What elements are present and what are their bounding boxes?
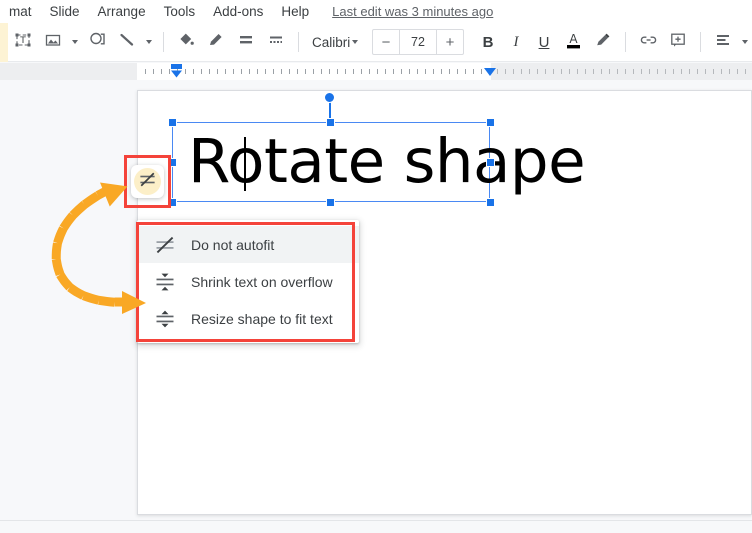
autofit-button-highlight [134,168,161,195]
highlight-icon [594,31,612,54]
comment-icon [669,31,687,54]
menu-bar: mat Slide Arrange Tools Add-ons Help Las… [0,0,752,23]
menu-tools[interactable]: Tools [155,1,205,23]
chevron-down-icon [742,40,748,44]
menu-item-label: Shrink text on overflow [191,273,333,290]
resize-shape-icon [153,307,177,331]
add-comment-button[interactable] [664,28,692,56]
text-box-button[interactable]: T [9,28,37,56]
menu-item-resize-shape-to-fit-text[interactable]: Resize shape to fit text [137,300,359,337]
left-indent-marker[interactable] [170,64,183,78]
menu-addons[interactable]: Add-ons [204,1,272,23]
right-indent-marker[interactable] [484,68,496,76]
border-dash-button[interactable] [262,28,290,56]
chevron-down-icon [146,40,152,44]
line-button[interactable] [113,28,141,56]
resize-handle-top-right[interactable] [485,117,495,127]
resize-handle-top-left[interactable] [167,117,177,127]
link-icon [639,31,658,54]
fill-color-button[interactable] [172,28,200,56]
increase-font-size-button[interactable]: + [437,30,463,54]
selected-text-box[interactable]: Rotate shape [172,122,586,202]
do-not-autofit-icon [153,233,177,257]
ruler-tick-marks [145,69,746,74]
highlight-color-button[interactable] [589,28,617,56]
align-dropdown-caret[interactable] [738,28,752,56]
text-cursor [244,137,246,191]
font-family-selector[interactable]: Calibri [306,29,364,55]
horizontal-ruler[interactable] [0,63,752,80]
border-color-icon [207,31,225,54]
font-size-input[interactable]: 72 [399,30,437,54]
menu-item-do-not-autofit[interactable]: Do not autofit [137,226,359,263]
resize-handle-bottom-left[interactable] [167,197,177,207]
chevron-down-icon [352,40,358,44]
border-weight-button[interactable] [232,28,260,56]
image-dropdown-caret[interactable] [68,28,82,56]
autofit-options-menu[interactable]: Do not autofit Shrink text on overflow R… [137,220,359,343]
decrease-font-size-button[interactable]: − [373,30,399,54]
last-edit-status[interactable]: Last edit was 3 minutes ago [332,4,493,19]
font-size-stepper[interactable]: − 72 + [372,29,464,55]
resize-handle-top-center[interactable] [325,117,335,127]
text-box-content[interactable]: Rotate shape [188,126,586,198]
menu-item-label: Do not autofit [191,236,275,253]
align-icon [714,31,732,54]
insert-image-button[interactable] [39,28,67,56]
autofit-options-button[interactable] [131,165,164,198]
image-icon [44,31,62,54]
italic-button[interactable]: I [503,29,529,55]
shrink-text-icon [153,270,177,294]
menu-format[interactable]: mat [0,1,41,23]
shape-button[interactable] [83,28,111,56]
border-color-button[interactable] [202,28,230,56]
line-dropdown-caret[interactable] [142,28,156,56]
rotation-handle[interactable] [324,92,335,103]
underline-button[interactable]: U [531,29,557,55]
align-button[interactable] [709,28,737,56]
text-color-button[interactable]: A [559,28,587,56]
line-icon [118,31,136,54]
bold-button[interactable]: B [475,29,501,55]
shape-icon [88,30,107,54]
toolbar-active-accent [0,22,8,62]
chevron-down-icon [72,40,78,44]
resize-handle-middle-right[interactable] [485,157,495,167]
toolbar-divider [625,32,626,52]
svg-text:A: A [569,32,578,46]
resize-handle-middle-left[interactable] [167,157,177,167]
do-not-autofit-icon [138,170,157,194]
resize-handle-bottom-right[interactable] [485,197,495,207]
resize-handle-bottom-center[interactable] [325,197,335,207]
fill-color-icon [177,31,195,54]
toolbar: T Calibri − 72 + B I U A [0,22,752,62]
menu-help[interactable]: Help [272,1,318,23]
bottom-strip [0,520,752,533]
text-box-icon: T [14,31,32,54]
menu-item-label: Resize shape to fit text [191,310,333,327]
text-color-icon: A [564,30,583,55]
font-family-value: Calibri [312,34,351,50]
menu-arrange[interactable]: Arrange [89,1,155,23]
toolbar-divider [298,32,299,52]
toolbar-divider [700,32,701,52]
menu-item-shrink-text-on-overflow[interactable]: Shrink text on overflow [137,263,359,300]
insert-link-button[interactable] [634,28,662,56]
toolbar-divider [163,32,164,52]
menu-slide[interactable]: Slide [41,1,89,23]
slides-editor-window: mat Slide Arrange Tools Add-ons Help Las… [0,0,752,533]
border-weight-icon [237,31,255,54]
svg-text:T: T [19,36,26,46]
border-dash-icon [267,31,285,54]
